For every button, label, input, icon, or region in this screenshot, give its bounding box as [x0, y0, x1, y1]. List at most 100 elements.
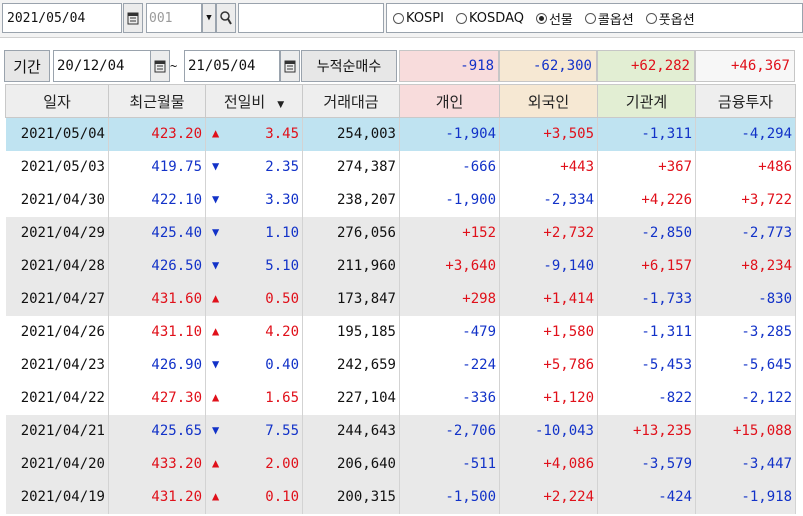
cell-trading-value: 274,387 — [302, 150, 400, 184]
table-row[interactable]: 2021/04/20 433.20 ▲ 2.00 206,640 -511 +4,086 -3… — [5, 447, 796, 481]
header-date[interactable]: 일자 — [5, 84, 109, 118]
cell-change: ▲ 0.50 — [205, 282, 303, 316]
header-financial-investment[interactable]: 금융투자 — [695, 84, 796, 118]
cell-individual: -336 — [399, 381, 500, 415]
up-arrow-icon: ▲ — [212, 324, 220, 338]
table-row[interactable]: 2021/04/22 427.30 ▲ 1.65 227,104 -336 +1,120 -8… — [5, 381, 796, 415]
sort-dropdown-icon[interactable]: ▼ — [277, 100, 284, 110]
cell-financial-investment: +3,722 — [695, 183, 796, 217]
radio-label: KOSDAQ — [468, 10, 524, 26]
table-row[interactable]: 2021/04/23 426.90 ▼ 0.40 242,659 -224 +5,786 -5… — [5, 348, 796, 382]
from-calendar-icon[interactable] — [150, 50, 170, 82]
radio-option[interactable]: 풋옵션 — [645, 9, 695, 28]
radio-label: KOSPI — [406, 10, 444, 26]
cell-institution: +367 — [597, 150, 696, 184]
radio-unselected-icon[interactable] — [393, 12, 404, 24]
header-foreign[interactable]: 외국인 — [499, 84, 598, 118]
table-row[interactable]: 2021/04/21 425.65 ▼ 7.55 244,643 -2,706 -10,04… — [5, 414, 796, 448]
radio-unselected-icon[interactable] — [645, 12, 657, 24]
cell-trading-value: 195,185 — [302, 315, 400, 349]
cum-institution-value: +62,282 — [597, 50, 695, 82]
change-value: 1.10 — [265, 225, 299, 241]
header-front-month[interactable]: 최근월물 — [108, 84, 206, 118]
change-value: 0.10 — [265, 489, 299, 505]
table-row[interactable]: 2021/04/26 431.10 ▲ 4.20 195,185 -479 +1,580 -1… — [5, 315, 796, 349]
cell-foreign: +4,086 — [499, 447, 598, 481]
radio-label: 풋옵션 — [658, 12, 695, 28]
cell-financial-investment: -5,645 — [695, 348, 796, 382]
table-row[interactable]: 2021/04/27 431.60 ▲ 0.50 173,847 +298 +1,414 -1… — [5, 282, 796, 316]
header-trading-value[interactable]: 거래대금 — [302, 84, 400, 118]
cell-individual: -1,900 — [399, 183, 500, 217]
cell-institution: -822 — [597, 381, 696, 415]
cell-date: 2021/04/26 — [5, 315, 109, 349]
code-input[interactable]: 001 — [146, 3, 202, 33]
radio-option[interactable]: KOSPI — [393, 11, 444, 26]
header-change[interactable]: 전일비 ▼ — [205, 84, 303, 118]
table-row[interactable]: 2021/04/30 422.10 ▼ 3.30 238,207 -1,900 -2,334… — [5, 183, 796, 217]
cell-institution: -1,311 — [597, 117, 696, 151]
change-value: 7.55 — [265, 423, 299, 439]
cell-foreign: -9,140 — [499, 249, 598, 283]
name-field[interactable] — [238, 3, 384, 33]
calendar-icon[interactable] — [123, 3, 143, 33]
from-date-input[interactable]: 20/12/04 — [53, 50, 153, 82]
cell-financial-investment: -830 — [695, 282, 796, 316]
table-row[interactable]: 2021/05/03 419.75 ▼ 2.35 274,387 -666 +443 +367… — [5, 150, 796, 184]
table-row[interactable]: 2021/04/19 431.20 ▲ 0.10 200,315 -1,500 +2,224… — [5, 480, 796, 514]
to-calendar-icon[interactable] — [280, 50, 300, 82]
dropdown-arrow-icon[interactable]: ▼ — [202, 3, 216, 33]
cell-foreign: +5,786 — [499, 348, 598, 382]
cell-foreign: +2,732 — [499, 216, 598, 250]
down-arrow-icon: ▼ — [212, 357, 220, 371]
cell-change: ▼ 7.55 — [205, 414, 303, 448]
table-row[interactable]: 2021/04/28 426.50 ▼ 5.10 211,960 +3,640 -9,140… — [5, 249, 796, 283]
cell-individual: -1,500 — [399, 480, 500, 514]
up-arrow-icon: ▲ — [212, 456, 220, 470]
up-arrow-icon: ▲ — [212, 390, 220, 404]
cell-change: ▼ 3.30 — [205, 183, 303, 217]
cell-front-month: 422.10 — [108, 183, 206, 217]
cell-change: ▼ 0.40 — [205, 348, 303, 382]
cell-front-month: 425.40 — [108, 216, 206, 250]
radio-label: 콜옵션 — [597, 12, 634, 28]
cumulative-net-buy-label: 누적순매수 — [301, 50, 397, 82]
radio-unselected-icon[interactable] — [455, 12, 467, 24]
to-date-input[interactable]: 21/05/04 — [184, 50, 280, 82]
code-placeholder: 001 — [149, 10, 173, 26]
cell-financial-investment: -2,773 — [695, 216, 796, 250]
cell-foreign: +3,505 — [499, 117, 598, 151]
cell-date: 2021/04/30 — [5, 183, 109, 217]
radio-selected-icon[interactable] — [535, 12, 547, 24]
cell-individual: -1,904 — [399, 117, 500, 151]
radio-option[interactable]: 선물 — [535, 9, 573, 28]
cell-front-month: 419.75 — [108, 150, 206, 184]
date-input[interactable]: 2021/05/04 — [2, 3, 122, 33]
cell-institution: -424 — [597, 480, 696, 514]
up-arrow-icon: ▲ — [212, 291, 220, 305]
cell-front-month: 431.60 — [108, 282, 206, 316]
toolbar: 2021/05/04 001 ▼ KOSPI KOSDAQ 선물 콜옵션 풋옵션 — [0, 0, 803, 38]
table-row[interactable]: 2021/04/29 425.40 ▼ 1.10 276,056 +152 +2,732 -2… — [5, 216, 796, 250]
cell-date: 2021/04/21 — [5, 414, 109, 448]
cell-trading-value: 242,659 — [302, 348, 400, 382]
table-row[interactable]: 2021/05/04 423.20 ▲ 3.45 254,003 -1,904 +3,505… — [5, 117, 796, 151]
search-icon[interactable] — [216, 3, 236, 33]
radio-option[interactable]: 콜옵션 — [584, 9, 634, 28]
cell-individual: +298 — [399, 282, 500, 316]
cell-financial-investment: +8,234 — [695, 249, 796, 283]
cell-foreign: +443 — [499, 150, 598, 184]
radio-option[interactable]: KOSDAQ — [455, 10, 524, 26]
change-value: 0.50 — [265, 291, 299, 307]
header-institution[interactable]: 기관계 — [597, 84, 696, 118]
cell-date: 2021/04/28 — [5, 249, 109, 283]
change-value: 2.35 — [265, 159, 299, 175]
cell-date: 2021/05/04 — [5, 117, 109, 151]
range-separator: ~ — [170, 59, 178, 73]
header-individual[interactable]: 개인 — [399, 84, 500, 118]
cell-institution: -5,453 — [597, 348, 696, 382]
radio-unselected-icon[interactable] — [584, 12, 596, 24]
to-date-value: 21/05/04 — [188, 58, 256, 74]
down-arrow-icon: ▼ — [212, 192, 220, 206]
market-radio-group: KOSPI KOSDAQ 선물 콜옵션 풋옵션 — [386, 3, 803, 33]
